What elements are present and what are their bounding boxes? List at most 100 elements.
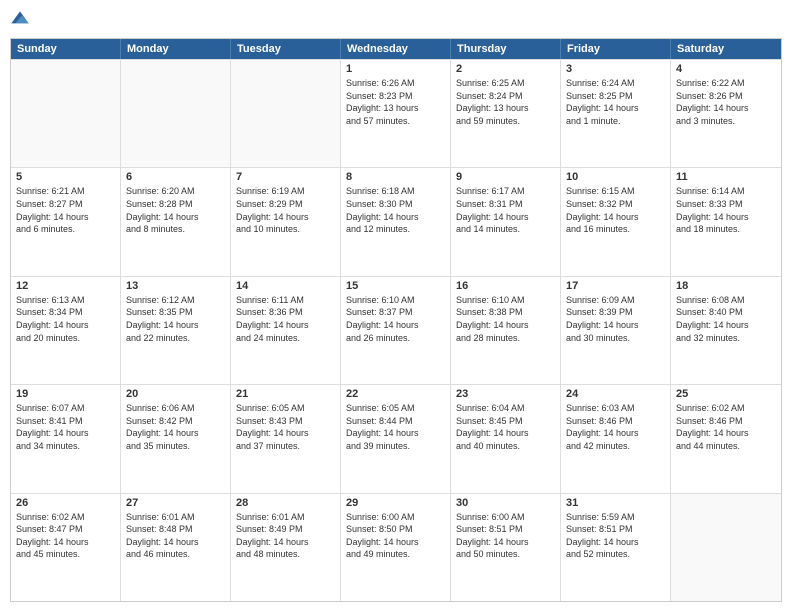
day-number: 26 xyxy=(16,497,115,509)
calendar-cell: 17 Sunrise: 6:09 AM Sunset: 8:39 PM Dayli… xyxy=(561,277,671,384)
calendar-cell: 16 Sunrise: 6:10 AM Sunset: 8:38 PM Dayli… xyxy=(451,277,561,384)
calendar-cell: 18 Sunrise: 6:08 AM Sunset: 8:40 PM Dayli… xyxy=(671,277,781,384)
day-info: Sunrise: 6:03 AM Sunset: 8:46 PM Dayligh… xyxy=(566,402,665,452)
day-number: 10 xyxy=(566,171,665,183)
calendar-cell: 1 Sunrise: 6:26 AM Sunset: 8:23 PM Daylig… xyxy=(341,60,451,167)
calendar-cell: 30Sunrise: 6:00 AM Sunset: 8:51 PM Dayli… xyxy=(451,494,561,601)
day-number: 27 xyxy=(126,497,225,509)
calendar-cell: 3Sunrise: 6:24 AM Sunset: 8:25 PM Daylig… xyxy=(561,60,671,167)
calendar-cell: 28Sunrise: 6:01 AM Sunset: 8:49 PM Dayli… xyxy=(231,494,341,601)
day-number: 11 xyxy=(676,171,776,183)
calendar-cell: 23Sunrise: 6:04 AM Sunset: 8:45 PM Dayli… xyxy=(451,385,561,492)
day-info: Sunrise: 6:08 AM Sunset: 8:40 PM Dayligh… xyxy=(676,294,776,344)
day-info: Sunrise: 6:18 AM Sunset: 8:30 PM Dayligh… xyxy=(346,185,445,235)
calendar-cell: 20 Sunrise: 6:06 AM Sunset: 8:42 PM Dayli… xyxy=(121,385,231,492)
calendar-cell: 7 Sunrise: 6:19 AM Sunset: 8:29 PM Daylig… xyxy=(231,168,341,275)
day-number: 12 xyxy=(16,280,115,292)
day-info: Sunrise: 6:15 AM Sunset: 8:32 PM Dayligh… xyxy=(566,185,665,235)
day-info: Sunrise: 6:19 AM Sunset: 8:29 PM Dayligh… xyxy=(236,185,335,235)
day-info: Sunrise: 6:26 AM Sunset: 8:23 PM Dayligh… xyxy=(346,77,445,127)
day-number: 29 xyxy=(346,497,445,509)
calendar-cell: 8 Sunrise: 6:18 AM Sunset: 8:30 PM Daylig… xyxy=(341,168,451,275)
header-day-monday: Monday xyxy=(121,39,231,59)
calendar-cell: 25 Sunrise: 6:02 AM Sunset: 8:46 PM Dayli… xyxy=(671,385,781,492)
day-number: 24 xyxy=(566,388,665,400)
day-info: Sunrise: 6:05 AM Sunset: 8:43 PM Dayligh… xyxy=(236,402,335,452)
calendar-cell: 29 Sunrise: 6:00 AM Sunset: 8:50 PM Dayli… xyxy=(341,494,451,601)
day-number: 18 xyxy=(676,280,776,292)
calendar-cell xyxy=(671,494,781,601)
day-number: 14 xyxy=(236,280,335,292)
day-info: Sunrise: 6:09 AM Sunset: 8:39 PM Dayligh… xyxy=(566,294,665,344)
logo xyxy=(10,10,34,30)
logo-icon xyxy=(10,10,30,30)
calendar-body: 1 Sunrise: 6:26 AM Sunset: 8:23 PM Daylig… xyxy=(11,59,781,601)
day-number: 7 xyxy=(236,171,335,183)
day-info: Sunrise: 6:04 AM Sunset: 8:45 PM Dayligh… xyxy=(456,402,555,452)
header-day-friday: Friday xyxy=(561,39,671,59)
calendar-row-4: 26Sunrise: 6:02 AM Sunset: 8:47 PM Dayli… xyxy=(11,493,781,601)
day-number: 4 xyxy=(676,63,776,75)
day-info: Sunrise: 6:25 AM Sunset: 8:24 PM Dayligh… xyxy=(456,77,555,127)
day-number: 22 xyxy=(346,388,445,400)
day-number: 1 xyxy=(346,63,445,75)
header-day-tuesday: Tuesday xyxy=(231,39,341,59)
calendar-header: SundayMondayTuesdayWednesdayThursdayFrid… xyxy=(11,39,781,59)
day-number: 9 xyxy=(456,171,555,183)
day-number: 16 xyxy=(456,280,555,292)
day-number: 19 xyxy=(16,388,115,400)
header-day-sunday: Sunday xyxy=(11,39,121,59)
day-number: 15 xyxy=(346,280,445,292)
calendar-row-2: 12 Sunrise: 6:13 AM Sunset: 8:34 PM Dayli… xyxy=(11,276,781,384)
calendar-row-0: 1 Sunrise: 6:26 AM Sunset: 8:23 PM Daylig… xyxy=(11,59,781,167)
day-info: Sunrise: 6:07 AM Sunset: 8:41 PM Dayligh… xyxy=(16,402,115,452)
day-info: Sunrise: 5:59 AM Sunset: 8:51 PM Dayligh… xyxy=(566,511,665,561)
calendar-cell: 31 Sunrise: 5:59 AM Sunset: 8:51 PM Dayli… xyxy=(561,494,671,601)
header-day-wednesday: Wednesday xyxy=(341,39,451,59)
day-info: Sunrise: 6:00 AM Sunset: 8:50 PM Dayligh… xyxy=(346,511,445,561)
calendar-cell: 4Sunrise: 6:22 AM Sunset: 8:26 PM Daylig… xyxy=(671,60,781,167)
day-info: Sunrise: 6:13 AM Sunset: 8:34 PM Dayligh… xyxy=(16,294,115,344)
day-number: 8 xyxy=(346,171,445,183)
day-info: Sunrise: 6:06 AM Sunset: 8:42 PM Dayligh… xyxy=(126,402,225,452)
day-info: Sunrise: 6:02 AM Sunset: 8:46 PM Dayligh… xyxy=(676,402,776,452)
calendar-cell: 5Sunrise: 6:21 AM Sunset: 8:27 PM Daylig… xyxy=(11,168,121,275)
day-number: 31 xyxy=(566,497,665,509)
day-number: 3 xyxy=(566,63,665,75)
day-number: 2 xyxy=(456,63,555,75)
day-number: 5 xyxy=(16,171,115,183)
calendar-cell: 21Sunrise: 6:05 AM Sunset: 8:43 PM Dayli… xyxy=(231,385,341,492)
header-day-thursday: Thursday xyxy=(451,39,561,59)
calendar-cell xyxy=(121,60,231,167)
calendar-cell: 14 Sunrise: 6:11 AM Sunset: 8:36 PM Dayli… xyxy=(231,277,341,384)
calendar-cell: 10 Sunrise: 6:15 AM Sunset: 8:32 PM Dayli… xyxy=(561,168,671,275)
day-info: Sunrise: 6:11 AM Sunset: 8:36 PM Dayligh… xyxy=(236,294,335,344)
calendar-cell xyxy=(11,60,121,167)
calendar-cell: 13Sunrise: 6:12 AM Sunset: 8:35 PM Dayli… xyxy=(121,277,231,384)
day-info: Sunrise: 6:10 AM Sunset: 8:38 PM Dayligh… xyxy=(456,294,555,344)
day-info: Sunrise: 6:01 AM Sunset: 8:49 PM Dayligh… xyxy=(236,511,335,561)
calendar-cell: 19 Sunrise: 6:07 AM Sunset: 8:41 PM Dayli… xyxy=(11,385,121,492)
day-number: 20 xyxy=(126,388,225,400)
day-info: Sunrise: 6:20 AM Sunset: 8:28 PM Dayligh… xyxy=(126,185,225,235)
calendar-cell: 22 Sunrise: 6:05 AM Sunset: 8:44 PM Dayli… xyxy=(341,385,451,492)
calendar-cell: 12 Sunrise: 6:13 AM Sunset: 8:34 PM Dayli… xyxy=(11,277,121,384)
calendar-cell xyxy=(231,60,341,167)
day-number: 6 xyxy=(126,171,225,183)
calendar-cell: 15 Sunrise: 6:10 AM Sunset: 8:37 PM Dayli… xyxy=(341,277,451,384)
calendar-cell: 26Sunrise: 6:02 AM Sunset: 8:47 PM Dayli… xyxy=(11,494,121,601)
calendar-cell: 27 Sunrise: 6:01 AM Sunset: 8:48 PM Dayli… xyxy=(121,494,231,601)
day-info: Sunrise: 6:12 AM Sunset: 8:35 PM Dayligh… xyxy=(126,294,225,344)
page: SundayMondayTuesdayWednesdayThursdayFrid… xyxy=(0,0,792,612)
calendar-row-1: 5Sunrise: 6:21 AM Sunset: 8:27 PM Daylig… xyxy=(11,167,781,275)
calendar-cell: 2 Sunrise: 6:25 AM Sunset: 8:24 PM Daylig… xyxy=(451,60,561,167)
calendar-cell: 9Sunrise: 6:17 AM Sunset: 8:31 PM Daylig… xyxy=(451,168,561,275)
day-info: Sunrise: 6:05 AM Sunset: 8:44 PM Dayligh… xyxy=(346,402,445,452)
day-number: 17 xyxy=(566,280,665,292)
day-info: Sunrise: 6:01 AM Sunset: 8:48 PM Dayligh… xyxy=(126,511,225,561)
day-number: 25 xyxy=(676,388,776,400)
calendar-cell: 6 Sunrise: 6:20 AM Sunset: 8:28 PM Daylig… xyxy=(121,168,231,275)
header-day-saturday: Saturday xyxy=(671,39,781,59)
day-info: Sunrise: 6:10 AM Sunset: 8:37 PM Dayligh… xyxy=(346,294,445,344)
calendar-cell: 24 Sunrise: 6:03 AM Sunset: 8:46 PM Dayli… xyxy=(561,385,671,492)
